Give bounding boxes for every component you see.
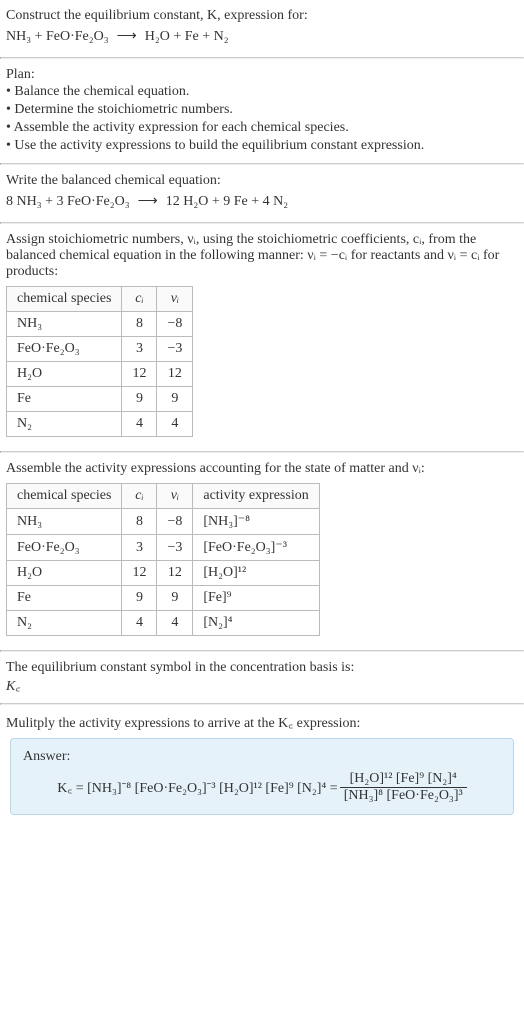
th-expr: activity expression <box>193 484 319 509</box>
cell: −3 <box>157 535 193 561</box>
answer-label: Answer: <box>23 749 501 765</box>
table-header-row: chemical species cᵢ νᵢ activity expressi… <box>7 484 320 509</box>
th-ci: cᵢ <box>122 484 157 509</box>
final-intro: Mulitply the activity expressions to arr… <box>6 713 518 732</box>
balanced-lhs: 8 NH₃ + 3 FeO·Fe₂O₃ <box>6 194 130 210</box>
cell: 4 <box>157 611 193 636</box>
cell: N₂ <box>7 611 122 636</box>
stoich-table: chemical species cᵢ νᵢ NH₃ 8 −8 FeO·Fe₂O… <box>6 286 193 437</box>
table-row: NH₃ 8 −8 [NH₃]⁻⁸ <box>7 509 320 535</box>
plan-item: • Use the activity expressions to build … <box>6 137 518 155</box>
cell: [FeO·Fe₂O₃]⁻³ <box>193 535 319 561</box>
cell: Fe <box>7 586 122 611</box>
plan-item: • Balance the chemical equation. <box>6 83 518 101</box>
kc-denominator: [NH₃]⁸ [FeO·Fe₂O₃]³ <box>340 788 467 804</box>
cell: 9 <box>157 586 193 611</box>
cell: 4 <box>157 412 193 437</box>
balanced-section: Write the balanced chemical equation: 8 … <box>0 165 524 222</box>
cell: 9 <box>122 586 157 611</box>
final-section: Mulitply the activity expressions to arr… <box>0 705 524 829</box>
cell: 8 <box>122 312 157 337</box>
table-row: NH₃ 8 −8 <box>7 312 193 337</box>
cell: [Fe]⁹ <box>193 586 319 611</box>
cell: NH₃ <box>7 509 122 535</box>
cell: 4 <box>122 611 157 636</box>
cell: 8 <box>122 509 157 535</box>
cell: NH₃ <box>7 312 122 337</box>
cell: 12 <box>157 362 193 387</box>
cell: −3 <box>157 337 193 362</box>
cell: N₂ <box>7 412 122 437</box>
symbol-section: The equilibrium constant symbol in the c… <box>0 652 524 703</box>
symbol-text: The equilibrium constant symbol in the c… <box>6 660 518 676</box>
th-species: chemical species <box>7 287 122 312</box>
cell: 3 <box>122 337 157 362</box>
cell: [H₂O]¹² <box>193 561 319 586</box>
balanced-equation: 8 NH₃ + 3 FeO·Fe₂O₃ ⟶ 12 H₂O + 9 Fe + 4 … <box>6 189 518 214</box>
cell: H₂O <box>7 561 122 586</box>
eq-lhs: NH₃ + FeO·Fe₂O₃ <box>6 29 109 45</box>
table-row: N₂ 4 4 [N₂]⁴ <box>7 611 320 636</box>
cell: 9 <box>122 387 157 412</box>
cell: −8 <box>157 312 193 337</box>
answer-box: Answer: K꜀ = [NH₃]⁻⁸ [FeO·Fe₂O₃]⁻³ [H₂O]… <box>10 738 514 815</box>
symbol-kc: K꜀ <box>6 676 518 695</box>
table-row: FeO·Fe₂O₃ 3 −3 [FeO·Fe₂O₃]⁻³ <box>7 535 320 561</box>
balanced-title: Write the balanced chemical equation: <box>6 173 518 189</box>
stoich-section: Assign stoichiometric numbers, νᵢ, using… <box>0 224 524 451</box>
cell: FeO·Fe₂O₃ <box>7 535 122 561</box>
table-row: N₂ 4 4 <box>7 412 193 437</box>
table-row: FeO·Fe₂O₃ 3 −3 <box>7 337 193 362</box>
cell: 4 <box>122 412 157 437</box>
cell: Fe <box>7 387 122 412</box>
th-vi: νᵢ <box>157 287 193 312</box>
cell: 12 <box>122 561 157 586</box>
cell: 12 <box>157 561 193 586</box>
th-vi: νᵢ <box>157 484 193 509</box>
stoich-intro: Assign stoichiometric numbers, νᵢ, using… <box>6 232 518 280</box>
table-row: Fe 9 9 [Fe]⁹ <box>7 586 320 611</box>
activity-table: chemical species cᵢ νᵢ activity expressi… <box>6 483 320 636</box>
plan-list: • Balance the chemical equation. • Deter… <box>6 83 518 155</box>
unbalanced-equation: NH₃ + FeO·Fe₂O₃ ⟶ H₂O + Fe + N₂ <box>6 24 518 49</box>
cell: H₂O <box>7 362 122 387</box>
kc-numerator: [H₂O]¹² [Fe]⁹ [N₂]⁴ <box>340 771 467 788</box>
cell: [NH₃]⁻⁸ <box>193 509 319 535</box>
cell: 12 <box>122 362 157 387</box>
balanced-arrow: ⟶ <box>132 193 164 210</box>
eq-rhs: H₂O + Fe + N₂ <box>145 29 229 45</box>
table-header-row: chemical species cᵢ νᵢ <box>7 287 193 312</box>
eq-arrow: ⟶ <box>111 28 143 45</box>
cell: 3 <box>122 535 157 561</box>
table-row: Fe 9 9 <box>7 387 193 412</box>
balanced-rhs: 12 H₂O + 9 Fe + 4 N₂ <box>166 194 288 210</box>
activity-section: Assemble the activity expressions accoun… <box>0 453 524 650</box>
kc-expression: K꜀ = [NH₃]⁻⁸ [FeO·Fe₂O₃]⁻³ [H₂O]¹² [Fe]⁹… <box>23 771 501 804</box>
plan-section: Plan: • Balance the chemical equation. •… <box>0 59 524 163</box>
table-row: H₂O 12 12 [H₂O]¹² <box>7 561 320 586</box>
header-title: Construct the equilibrium constant, K, e… <box>6 8 518 24</box>
cell: [N₂]⁴ <box>193 611 319 636</box>
table-row: H₂O 12 12 <box>7 362 193 387</box>
cell: FeO·Fe₂O₃ <box>7 337 122 362</box>
cell: 9 <box>157 387 193 412</box>
kc-fraction: [H₂O]¹² [Fe]⁹ [N₂]⁴ [NH₃]⁸ [FeO·Fe₂O₃]³ <box>340 771 467 804</box>
th-species: chemical species <box>7 484 122 509</box>
plan-item: • Determine the stoichiometric numbers. <box>6 101 518 119</box>
plan-item: • Assemble the activity expression for e… <box>6 119 518 137</box>
th-ci: cᵢ <box>122 287 157 312</box>
header-section: Construct the equilibrium constant, K, e… <box>0 0 524 57</box>
activity-intro: Assemble the activity expressions accoun… <box>6 461 518 477</box>
plan-title: Plan: <box>6 67 518 83</box>
cell: −8 <box>157 509 193 535</box>
kc-left: K꜀ = [NH₃]⁻⁸ [FeO·Fe₂O₃]⁻³ [H₂O]¹² [Fe]⁹… <box>57 778 337 797</box>
